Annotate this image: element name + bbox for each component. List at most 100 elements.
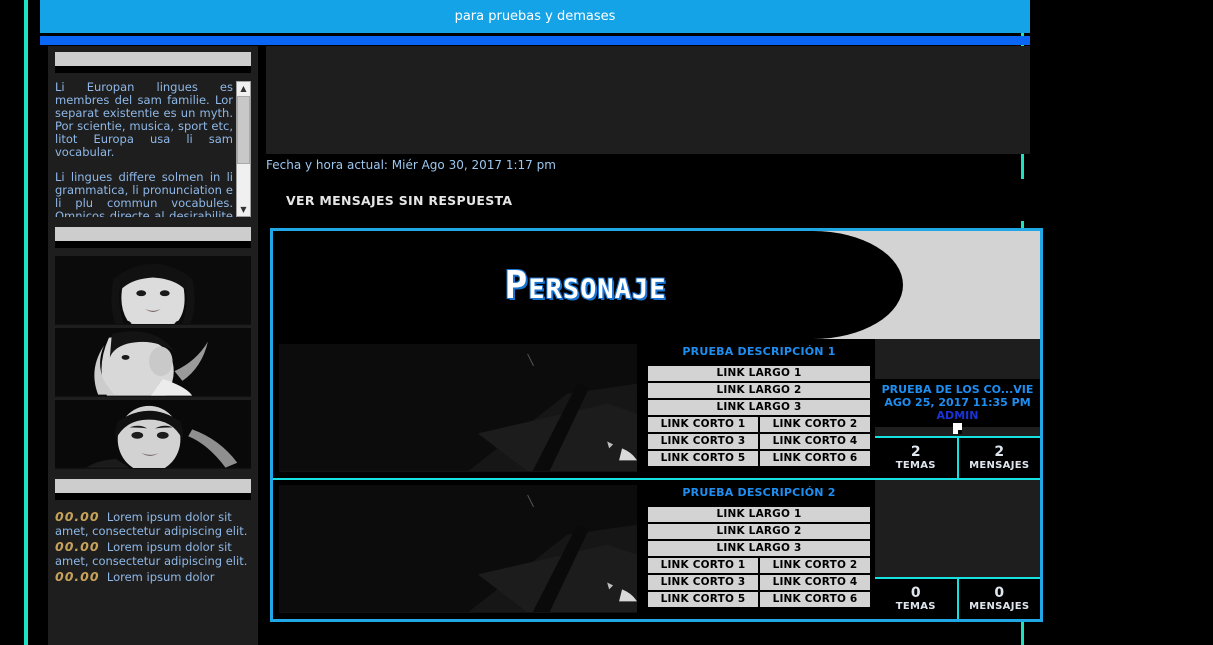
topics-count: 0 bbox=[910, 585, 921, 601]
news-text: Lorem ipsum dolor bbox=[106, 570, 215, 584]
short-link-row: LINK CORTO 5 LINK CORTO 6 bbox=[648, 592, 870, 607]
news-date: 00.00 bbox=[55, 509, 100, 524]
last-post-user[interactable]: ADMIN bbox=[875, 409, 1040, 422]
sidebar-widget-text: Li Europan lingues es membres del sam fa… bbox=[48, 52, 258, 217]
sidebar-images-title-shadow bbox=[55, 241, 251, 248]
topics-count: 2 bbox=[910, 444, 921, 460]
messages-counter: 0 MENSAJES bbox=[956, 579, 1041, 619]
sidebar: Li Europan lingues es membres del sam fa… bbox=[48, 46, 258, 645]
forum-links: LINK LARGO 1 LINK LARGO 2 LINK LARGO 3 L… bbox=[643, 363, 875, 472]
portrait-male-front-icon bbox=[55, 400, 251, 468]
sidebar-widget-images bbox=[48, 227, 258, 469]
long-link[interactable]: LINK LARGO 1 bbox=[648, 507, 870, 522]
sidebar-scroll-area[interactable]: Li Europan lingues es membres del sam fa… bbox=[55, 81, 251, 217]
long-link[interactable]: LINK LARGO 3 bbox=[648, 541, 870, 556]
forum-thumbnail-1[interactable] bbox=[279, 344, 637, 472]
sidebar-widget-news: 00.00 Lorem ipsum dolor sit amet, consec… bbox=[48, 479, 258, 584]
messages-counter: 2 MENSAJES bbox=[956, 438, 1041, 478]
scroll-down-icon[interactable]: ▼ bbox=[237, 203, 250, 216]
messages-label: MENSAJES bbox=[969, 460, 1030, 471]
short-link[interactable]: LINK CORTO 6 bbox=[760, 451, 870, 466]
portrait-female-icon bbox=[55, 256, 251, 324]
sidebar-scrollbar[interactable]: ▲ ▼ bbox=[236, 81, 251, 217]
short-link[interactable]: LINK CORTO 1 bbox=[648, 558, 758, 573]
sidebar-portrait-2[interactable] bbox=[55, 328, 251, 397]
category-block: Personaje PRUEBA DESCRIPCIÓN 1 LINK LARG… bbox=[270, 228, 1043, 622]
topics-label: TEMAS bbox=[895, 601, 936, 612]
long-link[interactable]: LINK LARGO 2 bbox=[648, 524, 870, 539]
forum-links-cell: PRUEBA DESCRIPCIÓN 2 LINK LARGO 1 LINK L… bbox=[643, 480, 875, 619]
forum-links-cell: PRUEBA DESCRIPCIÓN 1 LINK LARGO 1 LINK L… bbox=[643, 339, 875, 478]
news-item[interactable]: 00.00 Lorem ipsum dolor sit amet, consec… bbox=[55, 509, 251, 539]
broken-image-icon bbox=[953, 423, 962, 434]
dark-scene-icon bbox=[279, 485, 637, 613]
short-link[interactable]: LINK CORTO 1 bbox=[648, 417, 758, 432]
short-link-row: LINK CORTO 3 LINK CORTO 4 bbox=[648, 434, 870, 449]
forum-description: PRUEBA DESCRIPCIÓN 2 bbox=[643, 480, 875, 504]
short-link[interactable]: LINK CORTO 2 bbox=[760, 558, 870, 573]
short-link-row: LINK CORTO 1 LINK CORTO 2 bbox=[648, 558, 870, 573]
topics-counter: 0 TEMAS bbox=[875, 579, 957, 619]
forum-counters: 0 TEMAS 0 MENSAJES bbox=[875, 577, 1040, 619]
site-banner-text: para pruebas y demases bbox=[454, 9, 616, 24]
short-link[interactable]: LINK CORTO 3 bbox=[648, 575, 758, 590]
portrait-male-profile-icon bbox=[55, 328, 251, 396]
sidebar-news-title-bar bbox=[55, 479, 251, 493]
category-title: Personaje bbox=[504, 263, 667, 307]
site-banner: para pruebas y demases bbox=[40, 0, 1030, 33]
forum-thumbnail-2[interactable] bbox=[279, 485, 637, 613]
forum-links: LINK LARGO 1 LINK LARGO 2 LINK LARGO 3 L… bbox=[643, 504, 875, 613]
news-date: 00.00 bbox=[55, 539, 100, 554]
category-header: Personaje bbox=[273, 231, 1040, 339]
short-link[interactable]: LINK CORTO 2 bbox=[760, 417, 870, 432]
short-link-row: LINK CORTO 5 LINK CORTO 6 bbox=[648, 451, 870, 466]
sidebar-widget-title-shadow bbox=[55, 66, 251, 73]
long-link[interactable]: LINK LARGO 1 bbox=[648, 366, 870, 381]
sidebar-paragraph-1: Li Europan lingues es membres del sam fa… bbox=[55, 81, 233, 159]
scroll-up-icon[interactable]: ▲ bbox=[237, 82, 250, 95]
forum-description: PRUEBA DESCRIPCIÓN 1 bbox=[643, 339, 875, 363]
short-link[interactable]: LINK CORTO 5 bbox=[648, 592, 758, 607]
messages-count: 2 bbox=[994, 444, 1005, 460]
long-link[interactable]: LINK LARGO 3 bbox=[648, 400, 870, 415]
short-link[interactable]: LINK CORTO 3 bbox=[648, 434, 758, 449]
forum-page-frame: para pruebas y demases Li Europan lingue… bbox=[24, 0, 1043, 645]
last-post-info: PRUEBA DE LOS CO...VIE AGO 25, 2017 11:3… bbox=[875, 379, 1040, 434]
sidebar-images-title-bar bbox=[55, 227, 251, 241]
forum-thumbnail-cell bbox=[273, 480, 643, 619]
forum-thumbnail-cell bbox=[273, 339, 643, 478]
messages-count: 0 bbox=[994, 585, 1005, 601]
sidebar-paragraph-2: Li lingues differe solmen in li grammati… bbox=[55, 170, 233, 218]
current-datetime: Fecha y hora actual: Miér Ago 30, 2017 1… bbox=[266, 158, 556, 172]
screen: para pruebas y demases Li Europan lingue… bbox=[0, 0, 1213, 645]
short-link[interactable]: LINK CORTO 6 bbox=[760, 592, 870, 607]
topics-label: TEMAS bbox=[895, 460, 936, 471]
forum-row: PRUEBA DESCRIPCIÓN 1 LINK LARGO 1 LINK L… bbox=[273, 339, 1040, 478]
short-link-row: LINK CORTO 3 LINK CORTO 4 bbox=[648, 575, 870, 590]
short-link[interactable]: LINK CORTO 4 bbox=[760, 434, 870, 449]
forum-row: PRUEBA DESCRIPCIÓN 2 LINK LARGO 1 LINK L… bbox=[273, 478, 1040, 619]
nav-bar[interactable] bbox=[40, 36, 1030, 45]
dark-scene-icon bbox=[279, 344, 637, 472]
forum-stats-cell: 0 TEMAS 0 MENSAJES bbox=[875, 480, 1040, 619]
last-post-title[interactable]: PRUEBA DE LOS CO...VIE AGO 25, 2017 11:3… bbox=[875, 383, 1040, 409]
sidebar-widget-title-bar bbox=[55, 52, 251, 66]
news-date: 00.00 bbox=[55, 569, 100, 584]
long-link[interactable]: LINK LARGO 2 bbox=[648, 383, 870, 398]
main-content: Fecha y hora actual: Miér Ago 30, 2017 1… bbox=[266, 46, 1043, 645]
forum-stats-cell: PRUEBA DE LOS CO...VIE AGO 25, 2017 11:3… bbox=[875, 339, 1040, 478]
unanswered-messages-link[interactable]: VER MENSAJES SIN RESPUESTA bbox=[274, 179, 1030, 221]
forum-counters: 2 TEMAS 2 MENSAJES bbox=[875, 436, 1040, 478]
main-top-placeholder bbox=[266, 46, 1030, 154]
unanswered-messages-label: VER MENSAJES SIN RESPUESTA bbox=[286, 192, 513, 208]
short-link[interactable]: LINK CORTO 4 bbox=[760, 575, 870, 590]
scrollbar-thumb[interactable] bbox=[237, 96, 250, 164]
short-link[interactable]: LINK CORTO 5 bbox=[648, 451, 758, 466]
news-item[interactable]: 00.00 Lorem ipsum dolor bbox=[55, 569, 251, 585]
sidebar-portrait-1[interactable] bbox=[55, 256, 251, 325]
messages-label: MENSAJES bbox=[969, 601, 1030, 612]
sidebar-portrait-3[interactable] bbox=[55, 400, 251, 469]
news-item[interactable]: 00.00 Lorem ipsum dolor sit amet, consec… bbox=[55, 539, 251, 569]
sidebar-news-title-shadow bbox=[55, 493, 251, 500]
last-post-info bbox=[875, 520, 1040, 568]
